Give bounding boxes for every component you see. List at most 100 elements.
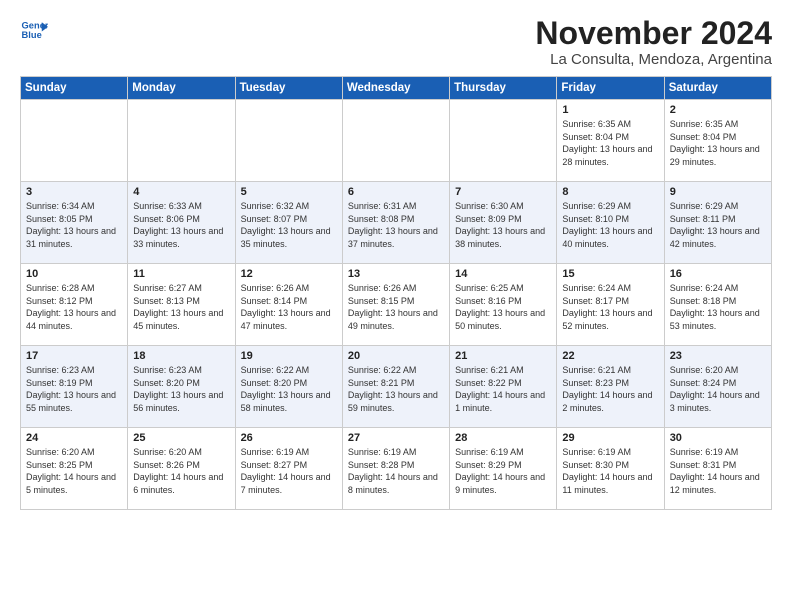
calendar-cell: 18 Sunrise: 6:23 AM Sunset: 8:20 PM Dayli… bbox=[128, 346, 235, 428]
calendar-cell: 29 Sunrise: 6:19 AM Sunset: 8:30 PM Dayli… bbox=[557, 428, 664, 510]
svg-text:Blue: Blue bbox=[22, 30, 42, 40]
day-info: Sunrise: 6:21 AM Sunset: 8:23 PM Dayligh… bbox=[562, 364, 658, 414]
calendar-cell: 27Sunrise: 6:19 AM Sunset: 8:28 PM Dayli… bbox=[342, 428, 449, 510]
day-info: Sunrise: 6:25 AM Sunset: 8:16 PM Dayligh… bbox=[455, 282, 551, 332]
calendar-cell bbox=[342, 100, 449, 182]
col-sunday: Sunday bbox=[21, 77, 128, 100]
col-wednesday: Wednesday bbox=[342, 77, 449, 100]
day-number: 9 bbox=[670, 186, 766, 198]
day-number: 5 bbox=[241, 186, 337, 198]
calendar-cell: 17 Sunrise: 6:23 AM Sunset: 8:19 PM Dayli… bbox=[21, 346, 128, 428]
calendar-cell: 25 Sunrise: 6:20 AM Sunset: 8:26 PM Dayli… bbox=[128, 428, 235, 510]
day-info: Sunrise: 6:19 AM Sunset: 8:31 PM Dayligh… bbox=[670, 446, 766, 496]
day-info: Sunrise: 6:22 AM Sunset: 8:20 PM Dayligh… bbox=[241, 364, 337, 414]
day-number: 23 bbox=[670, 350, 766, 362]
day-info: Sunrise: 6:23 AM Sunset: 8:20 PM Dayligh… bbox=[133, 364, 229, 414]
day-number: 18 bbox=[133, 350, 229, 362]
calendar-cell: 30 Sunrise: 6:19 AM Sunset: 8:31 PM Dayli… bbox=[664, 428, 771, 510]
header: General Blue November 2024 La Consulta, … bbox=[20, 16, 772, 68]
calendar-cell: 19Sunrise: 6:22 AM Sunset: 8:20 PM Dayli… bbox=[235, 346, 342, 428]
day-info: Sunrise: 6:24 AM Sunset: 8:17 PM Dayligh… bbox=[562, 282, 658, 332]
calendar-week-1: 1 Sunrise: 6:35 AM Sunset: 8:04 PM Daylig… bbox=[21, 100, 772, 182]
day-number: 25 bbox=[133, 432, 229, 444]
calendar-cell: 23Sunrise: 6:20 AM Sunset: 8:24 PM Dayli… bbox=[664, 346, 771, 428]
calendar-cell: 1 Sunrise: 6:35 AM Sunset: 8:04 PM Daylig… bbox=[557, 100, 664, 182]
day-number: 13 bbox=[348, 268, 444, 280]
calendar-cell: 14 Sunrise: 6:25 AM Sunset: 8:16 PM Dayli… bbox=[450, 264, 557, 346]
day-number: 22 bbox=[562, 350, 658, 362]
calendar-cell: 11Sunrise: 6:27 AM Sunset: 8:13 PM Dayli… bbox=[128, 264, 235, 346]
day-info: Sunrise: 6:34 AM Sunset: 8:05 PM Dayligh… bbox=[26, 200, 122, 250]
day-info: Sunrise: 6:23 AM Sunset: 8:19 PM Dayligh… bbox=[26, 364, 122, 414]
day-info: Sunrise: 6:35 AM Sunset: 8:04 PM Dayligh… bbox=[562, 118, 658, 168]
header-row: Sunday Monday Tuesday Wednesday Thursday… bbox=[21, 77, 772, 100]
day-info: Sunrise: 6:26 AM Sunset: 8:14 PM Dayligh… bbox=[241, 282, 337, 332]
location: La Consulta, Mendoza, Argentina bbox=[535, 51, 772, 68]
day-info: Sunrise: 6:20 AM Sunset: 8:26 PM Dayligh… bbox=[133, 446, 229, 496]
calendar-cell: 13 Sunrise: 6:26 AM Sunset: 8:15 PM Dayli… bbox=[342, 264, 449, 346]
day-info: Sunrise: 6:35 AM Sunset: 8:04 PM Dayligh… bbox=[670, 118, 766, 168]
day-number: 27 bbox=[348, 432, 444, 444]
day-info: Sunrise: 6:19 AM Sunset: 8:27 PM Dayligh… bbox=[241, 446, 337, 496]
calendar-week-4: 17 Sunrise: 6:23 AM Sunset: 8:19 PM Dayli… bbox=[21, 346, 772, 428]
day-number: 1 bbox=[562, 104, 658, 116]
calendar-week-5: 24 Sunrise: 6:20 AM Sunset: 8:25 PM Dayli… bbox=[21, 428, 772, 510]
calendar-cell: 5 Sunrise: 6:32 AM Sunset: 8:07 PM Daylig… bbox=[235, 182, 342, 264]
day-info: Sunrise: 6:19 AM Sunset: 8:30 PM Dayligh… bbox=[562, 446, 658, 496]
logo-icon: General Blue bbox=[20, 16, 48, 44]
calendar-cell bbox=[450, 100, 557, 182]
day-number: 15 bbox=[562, 268, 658, 280]
calendar-week-2: 3 Sunrise: 6:34 AM Sunset: 8:05 PM Daylig… bbox=[21, 182, 772, 264]
calendar-cell: 7Sunrise: 6:30 AM Sunset: 8:09 PM Daylig… bbox=[450, 182, 557, 264]
calendar-cell: 2Sunrise: 6:35 AM Sunset: 8:04 PM Daylig… bbox=[664, 100, 771, 182]
day-info: Sunrise: 6:29 AM Sunset: 8:10 PM Dayligh… bbox=[562, 200, 658, 250]
day-number: 21 bbox=[455, 350, 551, 362]
day-info: Sunrise: 6:19 AM Sunset: 8:29 PM Dayligh… bbox=[455, 446, 551, 496]
day-number: 10 bbox=[26, 268, 122, 280]
calendar-cell: 24 Sunrise: 6:20 AM Sunset: 8:25 PM Dayli… bbox=[21, 428, 128, 510]
day-number: 6 bbox=[348, 186, 444, 198]
calendar-cell: 15 Sunrise: 6:24 AM Sunset: 8:17 PM Dayli… bbox=[557, 264, 664, 346]
day-number: 8 bbox=[562, 186, 658, 198]
calendar-cell: 20Sunrise: 6:22 AM Sunset: 8:21 PM Dayli… bbox=[342, 346, 449, 428]
day-number: 3 bbox=[26, 186, 122, 198]
calendar-cell: 12 Sunrise: 6:26 AM Sunset: 8:14 PM Dayli… bbox=[235, 264, 342, 346]
calendar-cell: 3 Sunrise: 6:34 AM Sunset: 8:05 PM Daylig… bbox=[21, 182, 128, 264]
col-monday: Monday bbox=[128, 77, 235, 100]
title-section: November 2024 La Consulta, Mendoza, Arge… bbox=[535, 16, 772, 68]
day-info: Sunrise: 6:21 AM Sunset: 8:22 PM Dayligh… bbox=[455, 364, 551, 414]
calendar-cell: 8 Sunrise: 6:29 AM Sunset: 8:10 PM Daylig… bbox=[557, 182, 664, 264]
day-number: 30 bbox=[670, 432, 766, 444]
calendar-cell: 22 Sunrise: 6:21 AM Sunset: 8:23 PM Dayli… bbox=[557, 346, 664, 428]
day-number: 24 bbox=[26, 432, 122, 444]
calendar-cell bbox=[128, 100, 235, 182]
day-number: 14 bbox=[455, 268, 551, 280]
page: General Blue November 2024 La Consulta, … bbox=[0, 0, 792, 520]
day-info: Sunrise: 6:20 AM Sunset: 8:25 PM Dayligh… bbox=[26, 446, 122, 496]
day-info: Sunrise: 6:26 AM Sunset: 8:15 PM Dayligh… bbox=[348, 282, 444, 332]
calendar-cell: 10 Sunrise: 6:28 AM Sunset: 8:12 PM Dayli… bbox=[21, 264, 128, 346]
day-info: Sunrise: 6:24 AM Sunset: 8:18 PM Dayligh… bbox=[670, 282, 766, 332]
day-number: 17 bbox=[26, 350, 122, 362]
calendar-cell: 4Sunrise: 6:33 AM Sunset: 8:06 PM Daylig… bbox=[128, 182, 235, 264]
day-number: 29 bbox=[562, 432, 658, 444]
day-info: Sunrise: 6:32 AM Sunset: 8:07 PM Dayligh… bbox=[241, 200, 337, 250]
logo: General Blue bbox=[20, 16, 48, 44]
day-info: Sunrise: 6:27 AM Sunset: 8:13 PM Dayligh… bbox=[133, 282, 229, 332]
col-tuesday: Tuesday bbox=[235, 77, 342, 100]
calendar-cell: 26 Sunrise: 6:19 AM Sunset: 8:27 PM Dayli… bbox=[235, 428, 342, 510]
col-thursday: Thursday bbox=[450, 77, 557, 100]
calendar-cell: 9Sunrise: 6:29 AM Sunset: 8:11 PM Daylig… bbox=[664, 182, 771, 264]
col-saturday: Saturday bbox=[664, 77, 771, 100]
day-info: Sunrise: 6:28 AM Sunset: 8:12 PM Dayligh… bbox=[26, 282, 122, 332]
calendar-cell bbox=[235, 100, 342, 182]
calendar-cell: 28Sunrise: 6:19 AM Sunset: 8:29 PM Dayli… bbox=[450, 428, 557, 510]
calendar-cell: 16Sunrise: 6:24 AM Sunset: 8:18 PM Dayli… bbox=[664, 264, 771, 346]
day-number: 12 bbox=[241, 268, 337, 280]
calendar-table: Sunday Monday Tuesday Wednesday Thursday… bbox=[20, 76, 772, 510]
day-info: Sunrise: 6:22 AM Sunset: 8:21 PM Dayligh… bbox=[348, 364, 444, 414]
day-number: 26 bbox=[241, 432, 337, 444]
day-info: Sunrise: 6:33 AM Sunset: 8:06 PM Dayligh… bbox=[133, 200, 229, 250]
col-friday: Friday bbox=[557, 77, 664, 100]
calendar-cell bbox=[21, 100, 128, 182]
